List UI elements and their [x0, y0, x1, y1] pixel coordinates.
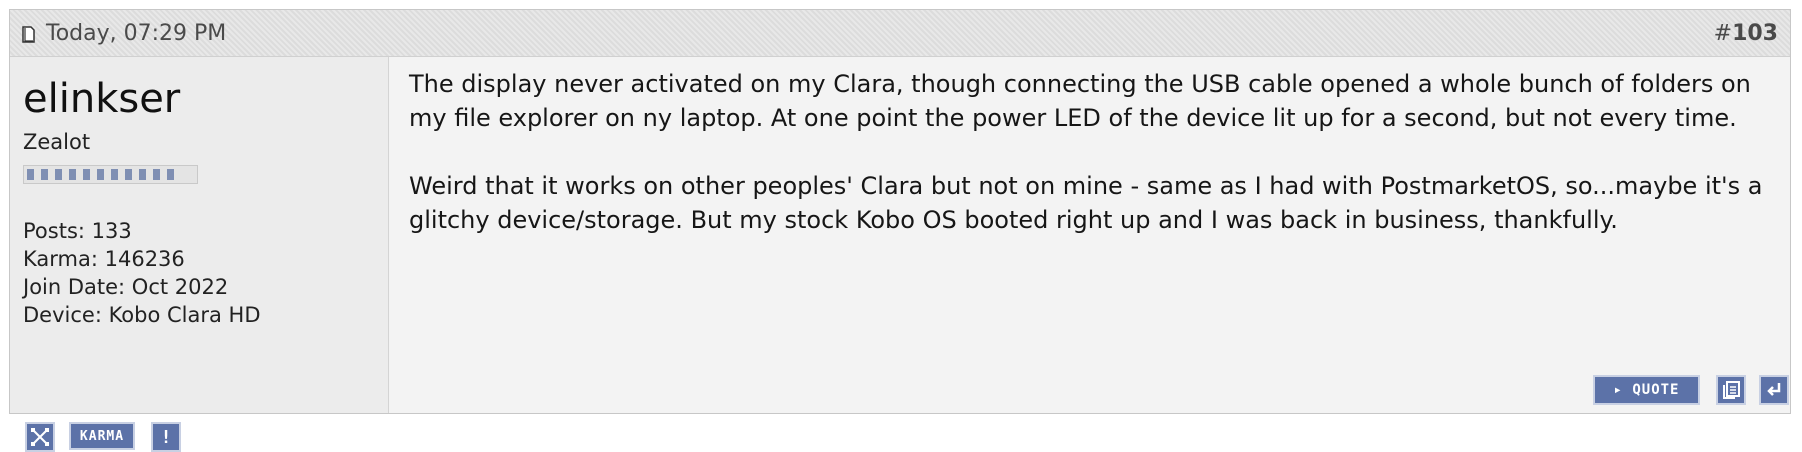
- reply-button[interactable]: [1759, 375, 1789, 405]
- user-karma: Karma: 146236: [23, 247, 185, 271]
- message-panel: The display never activated on my Clara,…: [389, 57, 1790, 413]
- user-stats: Posts: 133 Karma: 146236 Join Date: Oct …: [23, 217, 261, 329]
- username-link[interactable]: elinkser: [23, 77, 180, 121]
- crossed-arrows-icon: [31, 428, 49, 446]
- post-date: Today, 07:29 PM: [46, 21, 227, 46]
- document-icon: [22, 26, 35, 43]
- karma-button[interactable]: KARMA: [69, 422, 135, 450]
- reputation-pip: [139, 169, 146, 180]
- post-number: 103: [1732, 21, 1778, 46]
- report-alert-button[interactable]: !: [151, 422, 181, 452]
- message-paragraph-1: The display never activated on my Clara,…: [409, 70, 1751, 132]
- reputation-pip: [27, 169, 34, 180]
- reputation-pip: [41, 169, 48, 180]
- multiquote-icon: [1723, 381, 1740, 399]
- reputation-bar: [23, 165, 198, 184]
- user-device: Device: Kobo Clara HD: [23, 303, 261, 327]
- reputation-pip: [69, 169, 76, 180]
- post-header: Today, 07:29 PM #103: [10, 10, 1790, 57]
- reputation-pip: [125, 169, 132, 180]
- user-info-panel: elinkser Zealot Posts: 133 Karma: 146236…: [10, 57, 389, 452]
- reputation-pip: [167, 169, 174, 180]
- reputation-pip: [55, 169, 62, 180]
- message-paragraph-2: Weird that it works on other peoples' Cl…: [409, 172, 1763, 234]
- reply-arrow-icon: [1767, 383, 1781, 396]
- report-post-button[interactable]: [25, 422, 55, 452]
- user-join-date: Join Date: Oct 2022: [23, 275, 229, 299]
- reputation-pip: [97, 169, 104, 180]
- reputation-pip: [153, 169, 160, 180]
- user-posts: Posts: 133: [23, 219, 132, 243]
- user-title: Zealot: [23, 130, 91, 154]
- post-number-link[interactable]: #103: [1714, 21, 1778, 47]
- forum-post: Today, 07:29 PM #103 elinkser Zealot Pos…: [9, 9, 1791, 452]
- quote-button[interactable]: ▸ QUOTE: [1593, 375, 1700, 405]
- reputation-pip: [83, 169, 90, 180]
- reputation-pip: [111, 169, 118, 180]
- multiquote-button[interactable]: [1716, 375, 1746, 405]
- message-body: The display never activated on my Clara,…: [409, 67, 1789, 271]
- post-number-prefix: #: [1713, 21, 1733, 46]
